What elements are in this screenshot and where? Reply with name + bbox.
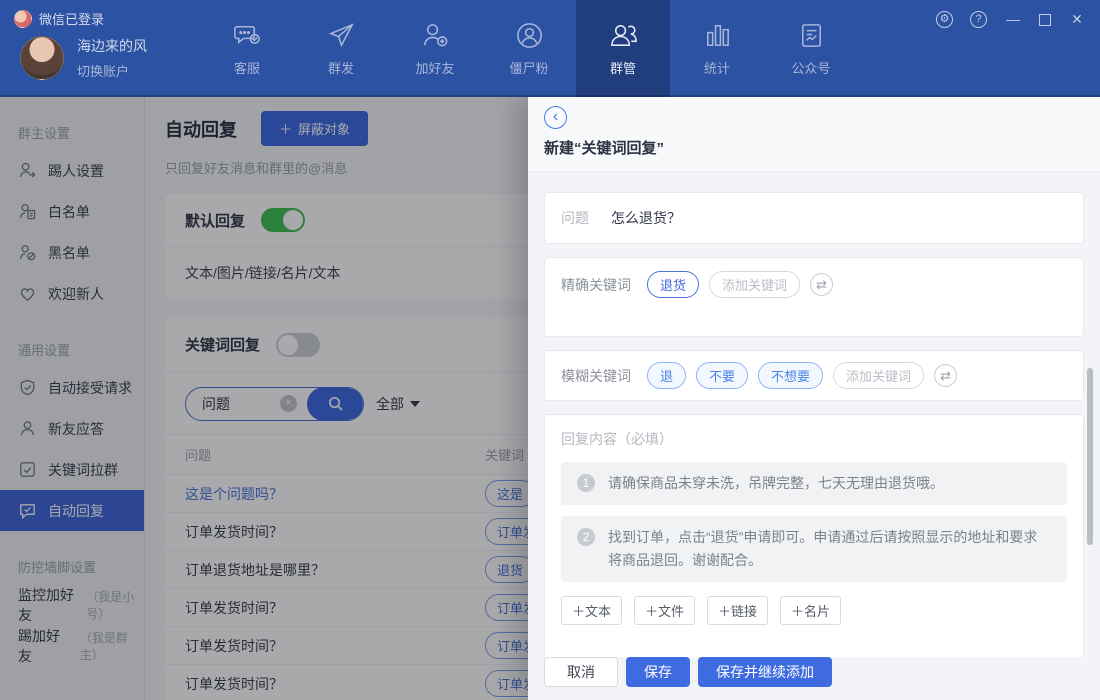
reply-item-number: 2 [577,528,595,546]
add-card-button[interactable]: ＋名片 [780,596,841,625]
person-circle-icon [514,20,545,51]
panel-footer: 取消 保存 保存并继续添加 [528,657,1100,700]
keyword-chip[interactable]: 退货 [647,271,699,298]
nav-zombie-fans[interactable]: 僵尸粉 [482,0,576,97]
maximize-button[interactable] [1039,14,1051,26]
exact-keywords-label: 精确关键词 [561,275,631,295]
reply-item-number: 1 [577,474,595,492]
save-and-continue-button[interactable]: 保存并继续添加 [698,657,832,687]
window-controls: ⚙ ? — ✕ [936,10,1086,28]
reply-content-card: 回复内容（必填） 1 请确保商品未穿未洗，吊牌完整，七天无理由退货哦。 2 找到… [544,414,1084,657]
chat-check-icon [232,20,263,51]
add-keyword-button[interactable]: 添加关键词 [709,271,800,298]
user-avatar [20,36,64,80]
add-keyword-button[interactable]: 添加关键词 [833,362,924,389]
nav-label: 客服 [234,58,260,77]
fuzzy-keywords-card: 模糊关键词 退 不要 不想要 添加关键词 ⇄ [544,350,1084,401]
settings-gear-icon[interactable]: ⚙ [936,11,953,28]
reply-item[interactable]: 2 找到订单，点击“退货”申请即可。申请通过后请按照显示的地址和要求将商品退回。… [561,516,1067,582]
back-button[interactable]: ‹ [544,106,567,129]
title-bar: 微信已登录 海边来的风 切换账户 客服 群发 加好友 僵尸粉 群管 [0,0,1100,97]
add-file-button[interactable]: ＋文件 [634,596,695,625]
nav-label: 群发 [328,58,354,77]
switch-account-link[interactable]: 切换账户 [77,61,147,80]
new-keyword-reply-panel: ‹ 新建“关键词回复” 问题 精确关键词 退货 添加关键词 ⇄ 模糊关键词 退 [528,97,1100,700]
nav-label: 统计 [704,58,730,77]
reply-item-text: 请确保商品未穿未洗，吊牌完整，七天无理由退货哦。 [608,472,944,495]
panel-body: 问题 精确关键词 退货 添加关键词 ⇄ 模糊关键词 退 不要 不想要 添加关键词 [528,172,1100,657]
question-label: 问题 [561,208,589,228]
reply-content-label: 回复内容（必填） [561,429,1067,449]
panel-header: ‹ 新建“关键词回复” [528,97,1100,172]
account-name: 海边来的风 [77,36,147,56]
swap-icon[interactable]: ⇄ [934,364,957,387]
nav-statistics[interactable]: 统计 [670,0,764,97]
main-nav: 客服 群发 加好友 僵尸粉 群管 统计 公众号 [200,0,858,97]
fuzzy-keywords-label: 模糊关键词 [561,366,631,386]
people-icon [608,20,639,51]
cancel-button[interactable]: 取消 [544,657,618,687]
wechat-status-avatar [14,10,32,28]
nav-mass-send[interactable]: 群发 [294,0,388,97]
close-button[interactable]: ✕ [1068,10,1086,28]
paper-plane-icon [326,20,357,51]
person-plus-icon [420,20,451,51]
minimize-button[interactable]: — [1004,10,1022,28]
reply-item-text: 找到订单，点击“退货”申请即可。申请通过后请按照显示的地址和要求将商品退回。谢谢… [608,526,1051,572]
panel-scrollbar-thumb[interactable] [1087,368,1093,545]
panel-title: 新建“关键词回复” [544,137,1084,158]
add-text-button[interactable]: ＋文本 [561,596,622,625]
keyword-chip[interactable]: 退 [647,362,686,389]
doc-chart-icon [796,20,827,51]
account-block: 海边来的风 切换账户 [20,36,147,80]
login-status-text: 微信已登录 [39,9,104,28]
nav-add-friend[interactable]: 加好友 [388,0,482,97]
workspace: 群主设置 踢人设置 白名单 黑名单 欢迎新人 通用设置 自动接受请求 新友应答 [0,97,1100,700]
nav-label: 公众号 [791,58,830,77]
add-link-button[interactable]: ＋链接 [707,596,768,625]
question-input[interactable] [611,210,1067,226]
keyword-chip[interactable]: 不要 [696,362,748,389]
question-field-card: 问题 [544,192,1084,244]
nav-label: 加好友 [415,58,454,77]
swap-icon[interactable]: ⇄ [810,273,833,296]
reply-item[interactable]: 1 请确保商品未穿未洗，吊牌完整，七天无理由退货哦。 [561,462,1067,505]
nav-group-manage[interactable]: 群管 [576,0,670,97]
exact-keywords-card: 精确关键词 退货 添加关键词 ⇄ [544,257,1084,337]
nav-official-account[interactable]: 公众号 [764,0,858,97]
bar-chart-icon [702,20,733,51]
nav-label: 僵尸粉 [509,58,548,77]
keyword-chip[interactable]: 不想要 [758,362,823,389]
help-icon[interactable]: ? [970,11,987,28]
nav-label: 群管 [610,58,636,77]
nav-customer-service[interactable]: 客服 [200,0,294,97]
login-status: 微信已登录 [14,9,104,28]
save-button[interactable]: 保存 [626,657,690,687]
